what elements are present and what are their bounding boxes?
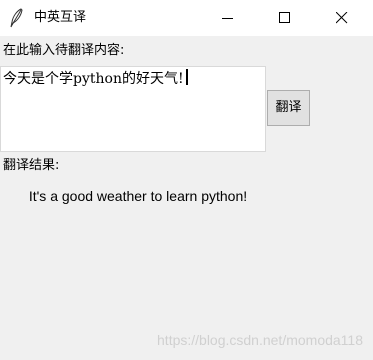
window-title: 中英互译 [34,10,87,25]
translation-result: It's a good weather to learn python! [28,188,248,204]
minimize-button[interactable] [205,0,251,36]
text-caret [185,69,188,85]
maximize-icon [279,12,290,23]
maximize-button[interactable] [262,0,308,36]
minimize-icon [222,18,233,19]
watermark: https://blog.csdn.net/momoda118 [157,332,363,348]
input-label: 在此输入待翻译内容: [3,43,125,58]
feather-icon [8,8,26,28]
source-text-value: 今天是个学python的好天气! [3,71,184,87]
app-window: 中英互译 在此输入待翻译内容: 今天是个学python的好天气! 翻译 翻译结果… [0,0,373,360]
close-button[interactable] [319,0,365,36]
title-bar[interactable]: 中英互译 [0,0,373,36]
result-label: 翻译结果: [3,158,60,173]
source-text-input[interactable]: 今天是个学python的好天气! [0,66,266,152]
translate-button[interactable]: 翻译 [267,90,310,126]
close-icon [336,12,348,24]
